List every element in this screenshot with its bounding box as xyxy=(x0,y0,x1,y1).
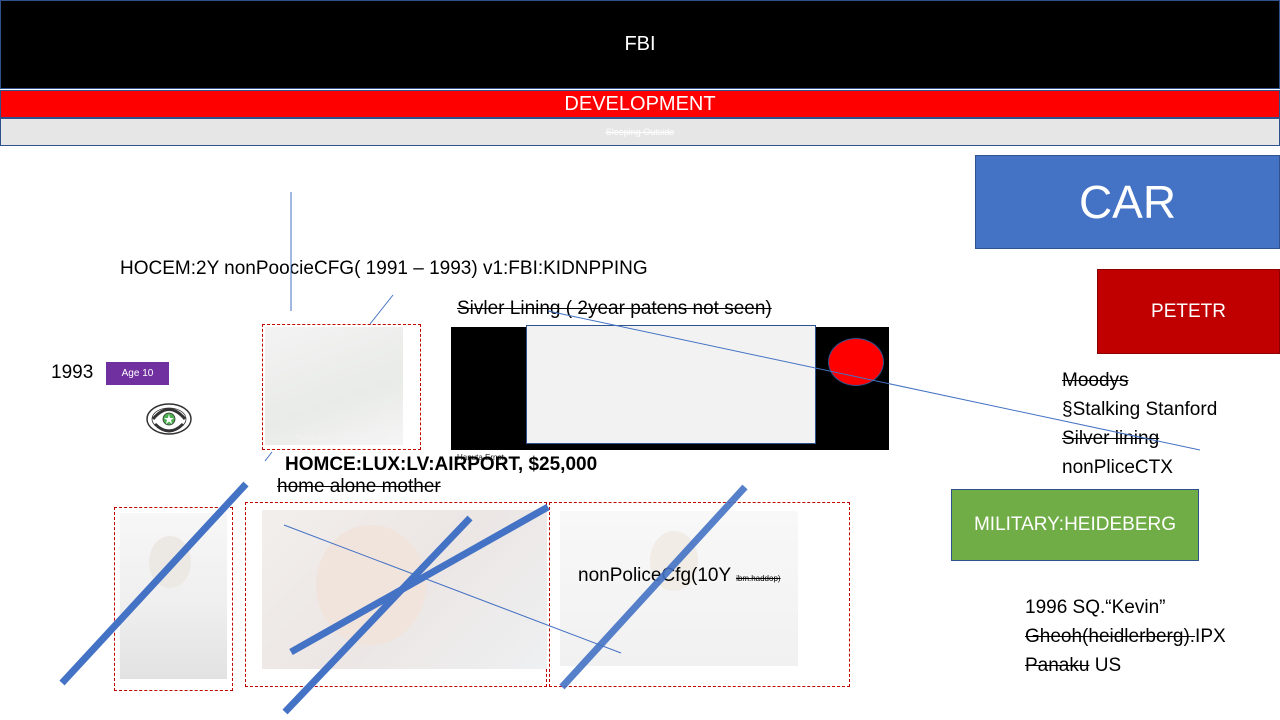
short-connector-line xyxy=(264,451,273,462)
thick-diagonal-middle xyxy=(289,503,550,656)
thin-diagonal-line xyxy=(283,524,622,654)
photo-connector-line xyxy=(369,294,394,325)
thick-diagonal-right xyxy=(559,484,748,690)
long-diagonal-line xyxy=(547,310,1201,451)
thick-diagonal-bottom xyxy=(282,515,473,715)
connector-lines xyxy=(59,192,1201,715)
thick-diagonal-left xyxy=(59,481,249,686)
